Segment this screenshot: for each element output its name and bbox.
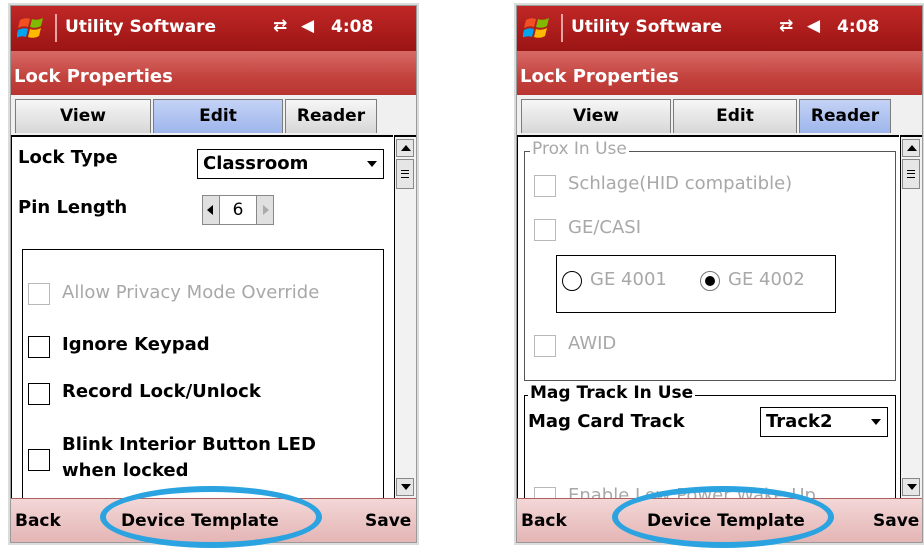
scroll-down-icon[interactable] <box>902 478 920 496</box>
window-title: Lock Properties <box>11 51 416 95</box>
tab-reader[interactable]: Reader <box>799 99 891 133</box>
ge-4002-label: GE 4002 <box>728 269 805 290</box>
tab-view[interactable]: View <box>521 99 671 133</box>
vertical-scrollbar[interactable] <box>394 135 416 498</box>
pin-length-label: Pin Length <box>18 197 128 218</box>
tab-reader[interactable]: Reader <box>285 99 377 133</box>
reader-panel: Prox In Use Schlage(HID compatible) GE/C… <box>517 135 899 498</box>
tab-edit[interactable]: Edit <box>673 99 797 133</box>
chevron-down-icon <box>871 419 881 425</box>
windows-logo-icon[interactable] <box>523 14 553 42</box>
connectivity-icon[interactable]: ⇄ <box>779 16 793 36</box>
windows-logo-icon[interactable] <box>17 14 47 42</box>
ignore-keypad-checkbox[interactable] <box>28 336 50 358</box>
prox-in-use-title: Prox In Use <box>530 139 629 159</box>
blink-led-checkbox[interactable] <box>28 449 50 471</box>
ignore-keypad-label: Ignore Keypad <box>62 334 210 355</box>
scroll-thumb[interactable] <box>902 159 920 189</box>
privacy-override-label: Allow Privacy Mode Override <box>62 282 320 303</box>
blink-led-label-line1: Blink Interior Button LED <box>62 434 316 455</box>
clock[interactable]: 4:08 <box>837 17 879 37</box>
connectivity-icon[interactable]: ⇄ <box>273 16 287 36</box>
highlight-ellipse-right <box>612 486 834 548</box>
highlight-ellipse-left <box>100 486 322 548</box>
low-power-checkbox[interactable] <box>534 487 556 498</box>
lock-type-value: Classroom <box>203 153 309 174</box>
status-bar: Utility Software ⇄ ◀ 4:08 <box>11 6 416 51</box>
vertical-scrollbar[interactable] <box>900 135 922 498</box>
ge-4001-radio[interactable] <box>562 271 582 291</box>
pin-length-value: 6 <box>220 195 256 225</box>
mag-card-track-value: Track2 <box>766 411 833 432</box>
speaker-icon[interactable]: ◀ <box>301 16 314 36</box>
awid-label: AWID <box>568 333 617 354</box>
privacy-override-checkbox[interactable] <box>28 283 50 305</box>
device-screen-reader: Utility Software ⇄ ◀ 4:08 Lock Propertie… <box>516 5 923 543</box>
save-softkey[interactable]: Save <box>365 511 411 531</box>
save-softkey[interactable]: Save <box>873 511 919 531</box>
scroll-up-icon[interactable] <box>396 139 414 157</box>
record-lock-checkbox[interactable] <box>28 383 50 405</box>
app-title: Utility Software <box>571 17 723 37</box>
edit-panel: Lock Type Classroom Pin Length 6 Allow P… <box>11 135 393 498</box>
awid-checkbox[interactable] <box>534 335 556 357</box>
scroll-thumb[interactable] <box>396 159 414 189</box>
mag-track-title: Mag Track In Use <box>528 383 696 403</box>
tab-bar: View Edit Reader <box>11 95 416 135</box>
scroll-up-icon[interactable] <box>902 139 920 157</box>
lock-type-label: Lock Type <box>18 147 118 168</box>
device-screen-edit: Utility Software ⇄ ◀ 4:08 Lock Propertie… <box>10 5 417 543</box>
blink-led-label-line2: when locked <box>62 460 189 481</box>
mag-card-track-dropdown[interactable]: Track2 <box>760 407 888 437</box>
status-bar: Utility Software ⇄ ◀ 4:08 <box>517 6 922 51</box>
lock-type-dropdown[interactable]: Classroom <box>197 149 384 179</box>
tab-bar: View Edit Reader <box>517 95 922 135</box>
ge-4001-label: GE 4001 <box>590 269 667 290</box>
ge-casi-label: GE/CASI <box>568 217 642 238</box>
decrement-button[interactable] <box>202 195 220 225</box>
status-separator <box>561 14 563 42</box>
mag-card-track-label: Mag Card Track <box>528 411 685 432</box>
status-separator <box>55 14 57 42</box>
schlage-label: Schlage(HID compatible) <box>568 173 793 194</box>
schlage-checkbox[interactable] <box>534 175 556 197</box>
clock[interactable]: 4:08 <box>331 17 373 37</box>
tab-view[interactable]: View <box>15 99 151 133</box>
increment-button[interactable] <box>256 195 274 225</box>
record-lock-label: Record Lock/Unlock <box>62 381 261 402</box>
chevron-down-icon <box>367 161 377 167</box>
speaker-icon[interactable]: ◀ <box>807 16 820 36</box>
back-softkey[interactable]: Back <box>15 511 61 531</box>
back-softkey[interactable]: Back <box>521 511 567 531</box>
tab-edit[interactable]: Edit <box>153 99 283 133</box>
ge-4002-radio[interactable] <box>700 271 720 291</box>
app-title: Utility Software <box>65 17 217 37</box>
pin-length-stepper: 6 <box>202 195 274 225</box>
scroll-down-icon[interactable] <box>396 478 414 496</box>
window-title: Lock Properties <box>517 51 922 95</box>
ge-casi-checkbox[interactable] <box>534 219 556 241</box>
